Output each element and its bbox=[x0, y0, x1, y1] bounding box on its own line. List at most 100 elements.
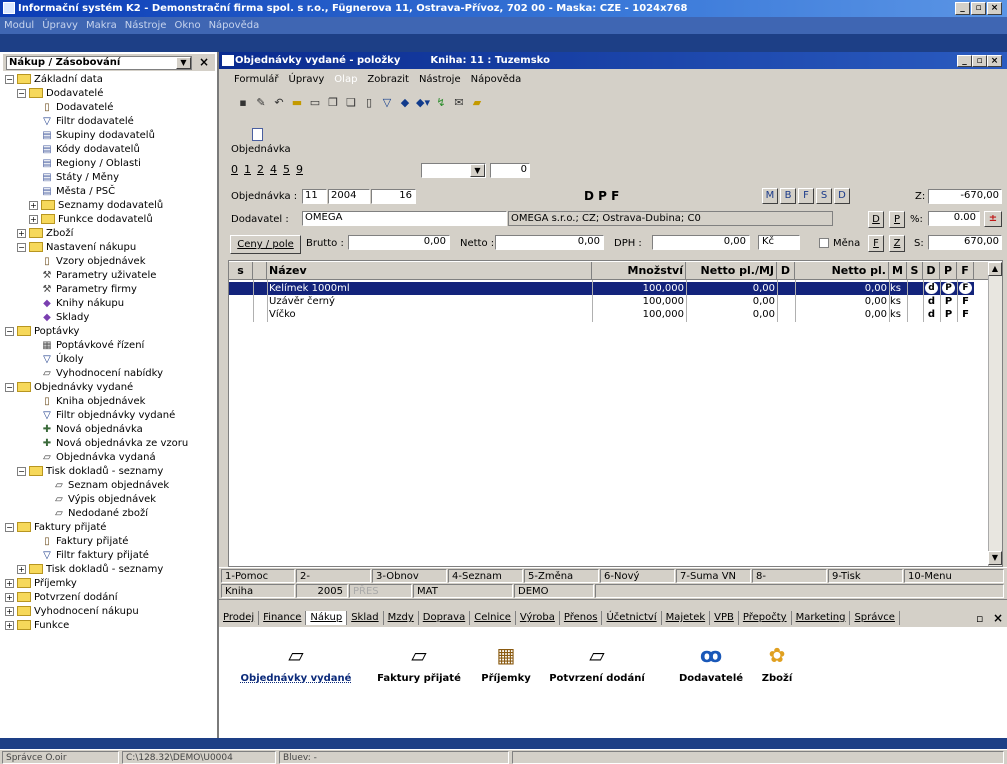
expand-icon[interactable]: + bbox=[5, 606, 14, 616]
tree-item[interactable]: ▦ Poptávkové řízení bbox=[5, 338, 215, 352]
fkey-10[interactable]: 10-Menu bbox=[904, 569, 1004, 583]
collapse-icon[interactable]: − bbox=[17, 466, 26, 476]
undo-icon[interactable]: ↶ bbox=[272, 96, 286, 110]
expand-icon[interactable]: + bbox=[17, 228, 26, 238]
supplier-d-button[interactable]: D bbox=[868, 211, 884, 228]
col-mnozstvi[interactable]: Množství bbox=[592, 262, 686, 280]
col-p[interactable]: P bbox=[940, 262, 957, 280]
fkey-9[interactable]: 9-Tisk bbox=[828, 569, 903, 583]
cell-flag-d[interactable]: d bbox=[925, 282, 938, 294]
tree-item[interactable]: ▤ Státy / Měny bbox=[5, 170, 215, 184]
menu-upravy[interactable]: Úpravy bbox=[42, 20, 78, 31]
mail-icon[interactable]: ✉ bbox=[452, 96, 466, 110]
tree-item[interactable]: + Vyhodnocení nákupu bbox=[5, 604, 215, 618]
z-value-field[interactable]: -670,00 bbox=[928, 189, 1002, 204]
shortcut-zbozi[interactable]: ✿ Zboží bbox=[747, 643, 807, 684]
tree-item[interactable]: ▽ Úkoly bbox=[5, 352, 215, 366]
diamond-menu-icon[interactable]: ◆▾ bbox=[416, 96, 430, 110]
shortcut-dodavatele[interactable]: ꝏ Dodavatelé bbox=[671, 643, 751, 684]
col-f[interactable]: F bbox=[957, 262, 974, 280]
form-menu-upravy[interactable]: Úpravy bbox=[289, 74, 325, 85]
form-close-button[interactable]: × bbox=[987, 55, 1002, 67]
tree-item[interactable]: ▱ Výpis objednávek bbox=[5, 492, 215, 506]
fkey-8[interactable]: 8- bbox=[752, 569, 827, 583]
netto-field[interactable]: 0,00 bbox=[495, 235, 604, 250]
tree-item[interactable]: + Tisk dokladů - seznamy bbox=[5, 562, 215, 576]
scroll-up-button[interactable]: ▲ bbox=[988, 262, 1002, 276]
form-menu-napoveda[interactable]: Nápověda bbox=[471, 74, 522, 85]
shortcut-prijemky[interactable]: ▦ Příjemky bbox=[473, 643, 539, 684]
close-button[interactable]: × bbox=[987, 2, 1002, 15]
tree-item[interactable]: ▤ Skupiny dodavatelů bbox=[5, 128, 215, 142]
order-toolbar-caption[interactable]: Objednávka bbox=[231, 144, 291, 155]
menu-napoveda[interactable]: Nápověda bbox=[209, 20, 260, 31]
fkey-6[interactable]: 6-Nový bbox=[600, 569, 675, 583]
flag-b-button[interactable]: B bbox=[780, 188, 796, 204]
fkey-5[interactable]: 5-Změna bbox=[524, 569, 599, 583]
flag-m-button[interactable]: M bbox=[762, 188, 778, 204]
tree-item[interactable]: − Poptávky bbox=[5, 324, 215, 338]
tree-item[interactable]: + Seznamy dodavatelů bbox=[5, 198, 215, 212]
tree-item[interactable]: ▤ Města / PSČ bbox=[5, 184, 215, 198]
tree-item[interactable]: ▱ Vyhodnocení nabídky bbox=[5, 366, 215, 380]
fkey-3[interactable]: 3-Obnov bbox=[372, 569, 447, 583]
page-select-dropdown[interactable]: ▼ bbox=[470, 164, 485, 177]
page-tab-1[interactable]: 1 bbox=[244, 163, 251, 176]
tree-item[interactable]: + Funkce dodavatelů bbox=[5, 212, 215, 226]
cell-flag-f[interactable]: F bbox=[959, 308, 972, 321]
tree-item[interactable]: + Funkce bbox=[5, 618, 215, 632]
flag-d-button[interactable]: D bbox=[834, 188, 850, 204]
tree-item[interactable]: + Zboží bbox=[5, 226, 215, 240]
col-dd[interactable]: D bbox=[923, 262, 940, 280]
cell-flag-p[interactable]: P bbox=[942, 308, 955, 321]
collapse-icon[interactable]: − bbox=[5, 522, 14, 532]
flag-s-button[interactable]: S bbox=[816, 188, 832, 204]
tree-item[interactable]: + Příjemky bbox=[5, 576, 215, 590]
tree-item[interactable]: ▯ Vzory objednávek bbox=[5, 254, 215, 268]
scroll-down-button[interactable]: ▼ bbox=[988, 551, 1002, 565]
transfer-icon[interactable]: ↯ bbox=[434, 96, 448, 110]
expand-icon[interactable]: + bbox=[5, 592, 14, 602]
expand-icon[interactable]: + bbox=[5, 578, 14, 588]
restore-button[interactable]: ▫ bbox=[971, 2, 986, 15]
close-panel-icon[interactable]: × bbox=[199, 55, 209, 69]
currency-field[interactable]: Kč bbox=[758, 235, 800, 250]
tree-item[interactable]: − Dodavatelé bbox=[5, 86, 215, 100]
page-tab-9[interactable]: 9 bbox=[296, 163, 303, 176]
menu-nastroje[interactable]: Nástroje bbox=[125, 20, 167, 31]
shortcut-potvrzeni-dodani[interactable]: ▱ Potvrzení dodání bbox=[541, 643, 653, 684]
flag-f-button[interactable]: F bbox=[798, 188, 814, 204]
table-row[interactable]: Víčko 100,000 0,00 0,00 ks d P F bbox=[229, 308, 974, 321]
form-menu-zobrazit[interactable]: Zobrazit bbox=[367, 74, 409, 85]
tree-item[interactable]: − Základní data bbox=[5, 72, 215, 86]
col-netto[interactable]: Netto pl. bbox=[795, 262, 889, 280]
order-book-field[interactable]: 11 bbox=[302, 189, 327, 204]
module-tab[interactable]: VPB bbox=[710, 611, 739, 625]
col-status[interactable]: S bbox=[907, 262, 923, 280]
shortcut-objednavky-vydane[interactable]: ▱ Objednávky vydané bbox=[237, 643, 355, 684]
tree-item[interactable]: ▯ Faktury přijaté bbox=[5, 534, 215, 548]
collapse-icon[interactable]: − bbox=[17, 88, 26, 98]
expand-icon[interactable]: + bbox=[29, 200, 38, 210]
expand-icon[interactable]: + bbox=[17, 564, 26, 574]
order-year-field[interactable]: 2004 bbox=[328, 189, 370, 204]
page-tab-4[interactable]: 4 bbox=[270, 163, 277, 176]
module-tab[interactable]: Marketing bbox=[792, 611, 851, 625]
form-menu-formular[interactable]: Formulář bbox=[234, 74, 279, 85]
currency-z-button[interactable]: Z bbox=[889, 235, 905, 252]
expand-icon[interactable]: + bbox=[5, 620, 14, 630]
book-icon[interactable]: ▯ bbox=[362, 96, 376, 110]
collapse-icon[interactable]: − bbox=[5, 326, 14, 336]
menu-modul[interactable]: Modul bbox=[4, 20, 34, 31]
export-icon[interactable]: ▰ bbox=[470, 96, 484, 110]
form-restore-button[interactable]: ▫ bbox=[972, 55, 987, 67]
supplier-code-field[interactable]: OMEGA bbox=[302, 211, 507, 226]
module-tab[interactable]: Doprava bbox=[419, 611, 471, 625]
table-row[interactable]: Uzávěr černý 100,000 0,00 0,00 ks d P F bbox=[229, 295, 974, 308]
filter-icon[interactable]: ▽ bbox=[380, 96, 394, 110]
supplier-p-button[interactable]: P bbox=[889, 211, 905, 228]
dph-field[interactable]: 0,00 bbox=[652, 235, 750, 250]
module-tab[interactable]: Majetek bbox=[662, 611, 711, 625]
tree-item[interactable]: + Potvrzení dodání bbox=[5, 590, 215, 604]
shortcut-faktury-prijate[interactable]: ▱ Faktury přijaté bbox=[369, 643, 469, 684]
